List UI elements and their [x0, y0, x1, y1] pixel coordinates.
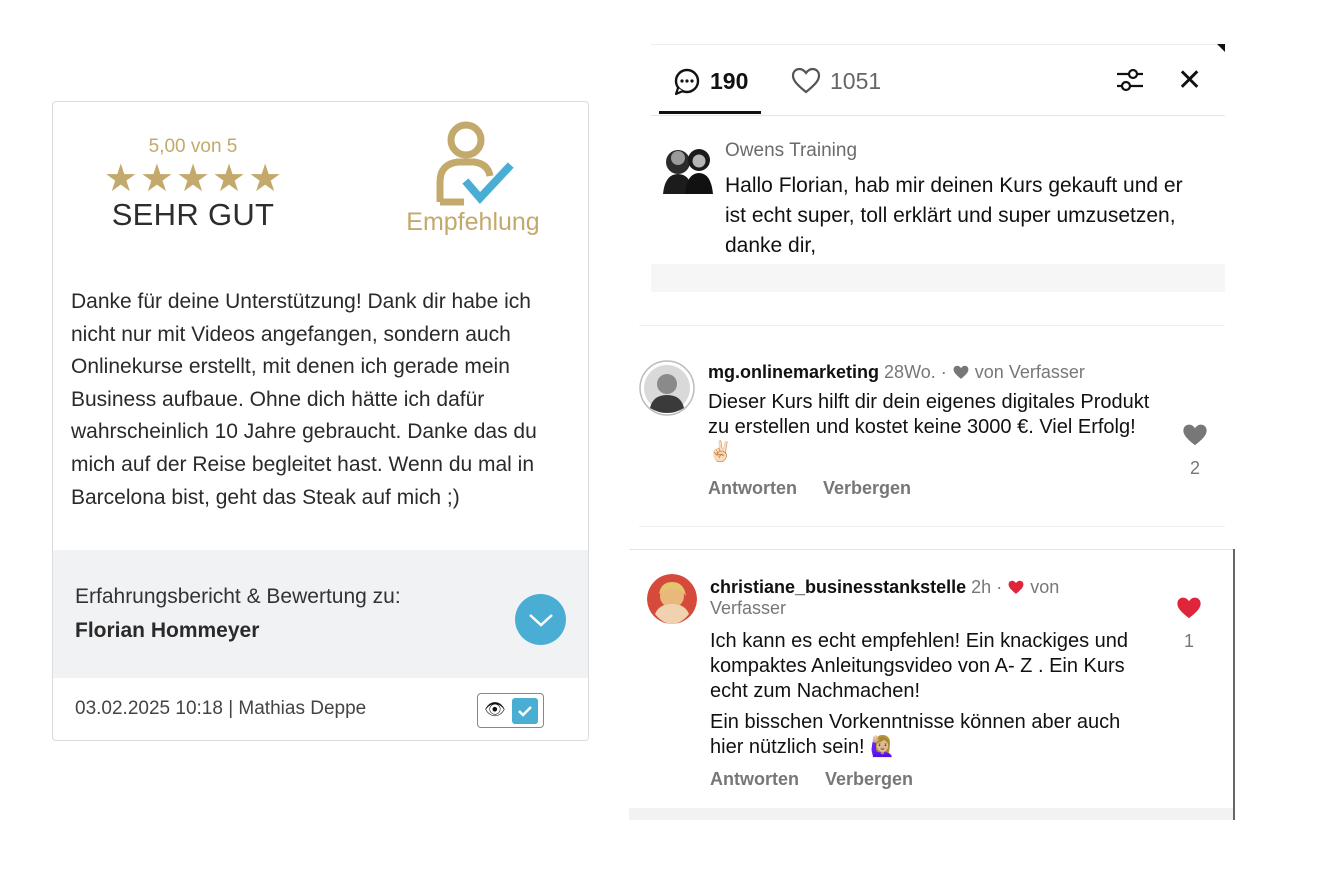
filter-button[interactable] [1115, 66, 1145, 98]
active-tab-indicator [659, 111, 761, 114]
corner-mark [1217, 44, 1225, 52]
comments-panel: 190 1051 ✕ Owens Training Hallo Florian,… [629, 44, 1236, 820]
caption-author[interactable]: Owens Training [725, 140, 857, 162]
review-card: 5,00 von 5 ★ ★ ★ ★ ★ SEHR GUT Empfehlung… [52, 101, 589, 741]
comment-actions: Antworten Verbergen [708, 478, 911, 499]
reply-button[interactable]: Antworten [710, 769, 799, 790]
heart-icon [953, 365, 969, 379]
hide-button[interactable]: Verbergen [823, 478, 911, 499]
close-icon[interactable]: ✕ [1177, 66, 1202, 96]
comment-header: mg.onlinemarketing 28Wo. · von Verfasser [708, 362, 1148, 383]
avatar[interactable] [639, 360, 695, 416]
star-icon: ★ [175, 156, 211, 200]
comment-username[interactable]: christiane_businesstankstelle [710, 577, 966, 597]
review-text: Danke für deine Unterstützung! Dank dir … [71, 290, 537, 509]
comment-header: christiane_businesstankstelle 2h · von V… [710, 577, 1100, 619]
comment-text: Ich kann es echt empfehlen! Ein knackige… [710, 630, 1129, 702]
rating-block: 5,00 von 5 ★ ★ ★ ★ ★ SEHR GUT [53, 136, 333, 233]
checkmark-icon [517, 705, 532, 717]
hide-button[interactable]: Verbergen [825, 769, 913, 790]
comment-item: mg.onlinemarketing 28Wo. · von Verfasser… [629, 326, 1236, 526]
heart-outline-icon [791, 67, 821, 94]
star-icon: ★ [212, 156, 247, 200]
caption-footer [651, 264, 1225, 292]
panel-edge [1233, 549, 1235, 820]
recommendation-badge: Empfehlung [393, 120, 553, 237]
star-icon: ★ [103, 156, 138, 200]
caption-text: Hallo Florian, hab mir deinen Kurs gekau… [725, 174, 1183, 257]
star-icon: ★ [248, 156, 283, 200]
avatar[interactable] [659, 140, 715, 194]
comment-actions: Antworten Verbergen [710, 769, 913, 790]
rating-score: 5,00 von 5 [148, 136, 238, 157]
checkbox-checked[interactable] [511, 697, 538, 724]
sliders-icon [1117, 68, 1143, 92]
comment-item: christiane_businesstankstelle 2h · von V… [629, 550, 1233, 810]
comment-like-count: 1 [1183, 631, 1194, 651]
heart-icon [1183, 424, 1207, 446]
eye-icon: 👁 [484, 700, 506, 720]
likes-count: 1051 [830, 68, 882, 94]
reply-button[interactable]: Antworten [708, 478, 797, 499]
divider [651, 44, 1225, 45]
star-icon: ★ [139, 156, 174, 200]
comment-time: 2h [971, 577, 992, 597]
comment-username[interactable]: mg.onlinemarketing [708, 362, 879, 382]
comment-time: 28Wo. [884, 362, 936, 382]
heart-icon [1177, 597, 1201, 619]
panel-footer [629, 808, 1233, 820]
comments-count: 190 [710, 68, 749, 94]
comment-like-count: 2 [1189, 458, 1200, 478]
heart-icon [1008, 580, 1024, 594]
tab-comments[interactable]: 190 [673, 64, 748, 114]
visibility-toggle[interactable]: 👁 [477, 693, 544, 728]
separator-dot: · [996, 577, 1003, 597]
liked-by-author-label: von Verfasser [974, 362, 1085, 382]
review-subject: Erfahrungsbericht & Bewertung zu: Floria… [53, 550, 588, 678]
review-subject-name: Florian Hommeyer [75, 619, 260, 642]
divider [639, 526, 1225, 527]
liked-by-author-label: Verfasser [710, 598, 787, 618]
rating-grade: SEHR GUT [111, 197, 275, 232]
comment-text: Ein bisschen Vorkenntnisse können aber a… [710, 711, 1121, 758]
chevron-down-icon [528, 613, 553, 627]
comment-bubble-icon [674, 68, 700, 96]
avatar[interactable] [647, 574, 697, 624]
separator-dot: · [940, 362, 947, 382]
comment-like[interactable]: 2 [1175, 422, 1215, 479]
expand-button[interactable] [515, 594, 566, 645]
review-meta: 03.02.2025 10:18 | Mathias Deppe [75, 698, 367, 719]
recommendation-label: Empfehlung [406, 208, 540, 236]
liked-by-author-label: von [1030, 577, 1060, 597]
comment-text: Dieser Kurs hilft dir dein eigenes digit… [708, 391, 1150, 463]
review-subject-label: Erfahrungsbericht & Bewertung zu: [75, 585, 401, 608]
star-rating: ★ ★ ★ ★ ★ [53, 159, 333, 197]
comment-like[interactable]: 1 [1169, 595, 1209, 652]
user-check-icon [436, 121, 514, 206]
tab-likes[interactable]: 1051 [791, 64, 881, 114]
